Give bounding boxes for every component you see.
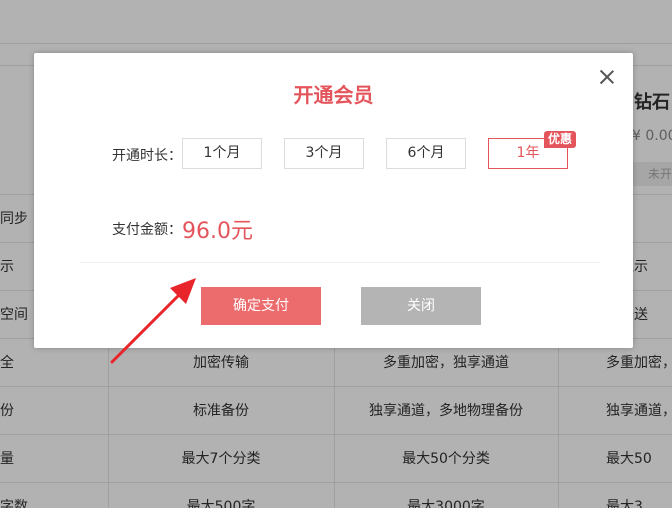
confirm-payment-button[interactable]: 确定支付 <box>201 287 321 325</box>
discount-badge: 优惠 <box>544 131 577 148</box>
close-icon[interactable] <box>598 68 616 86</box>
dialog-title: 开通会员 <box>293 83 374 107</box>
duration-option-3-months[interactable]: 3个月 <box>284 138 364 169</box>
close-button[interactable]: 关闭 <box>361 287 481 325</box>
duration-option-6-months[interactable]: 6个月 <box>386 138 466 169</box>
amount-label: 支付金额： <box>112 222 182 238</box>
amount-value: 96.0元 <box>182 219 253 244</box>
duration-option-1-month[interactable]: 1个月 <box>182 138 262 169</box>
arrow-shaft <box>110 288 186 364</box>
red-arrow-annotation <box>110 278 196 364</box>
duration-label: 开通时长： <box>112 148 182 164</box>
divider <box>80 262 600 263</box>
